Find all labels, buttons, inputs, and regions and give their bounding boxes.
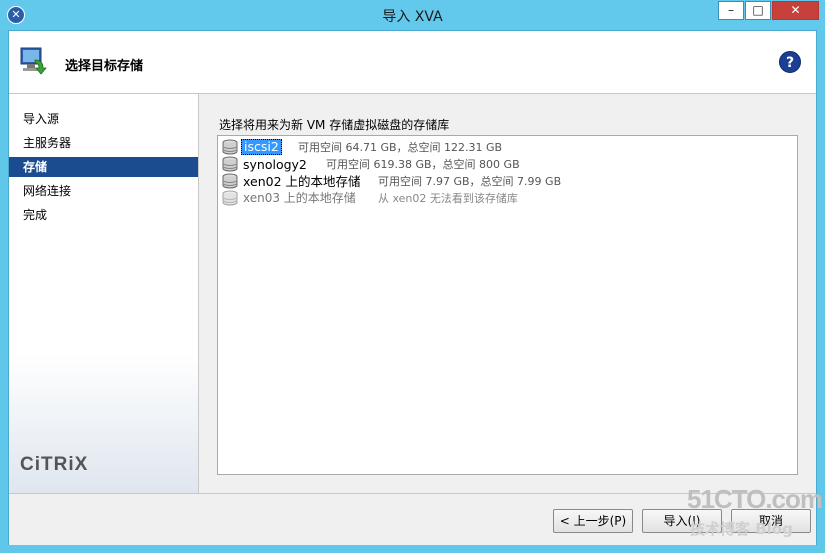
sidebar-item-networking[interactable]: 网络连接 <box>9 181 198 201</box>
sr-detail: 从 xen02 无法看到该存储库 <box>378 192 518 205</box>
wizard-header: 选择目标存储 ? <box>9 31 816 94</box>
watermark-subtitle: 技术博客 Blog <box>690 520 793 538</box>
sr-detail: 可用空间 619.38 GB，总空间 800 GB <box>326 158 520 171</box>
storage-disk-icon <box>222 139 238 155</box>
storage-disk-icon <box>222 173 238 189</box>
help-icon[interactable]: ? <box>779 51 801 73</box>
storage-repository-list[interactable]: iscsi2 可用空间 64.71 GB，总空间 122.31 GB synol… <box>217 135 798 475</box>
sidebar-item-finish[interactable]: 完成 <box>9 205 198 225</box>
watermark-logo: 51CTO.com <box>687 484 823 514</box>
sr-name: xen02 上的本地存储 <box>243 174 361 189</box>
storage-disk-icon <box>222 190 238 206</box>
sr-detail: 可用空间 7.97 GB，总空间 7.99 GB <box>378 175 562 188</box>
sidebar-item-home-server[interactable]: 主服务器 <box>9 133 198 153</box>
wizard-sidebar: 导入源 主服务器 存储 网络连接 完成 CiTRiX <box>9 94 199 493</box>
title-bar[interactable]: ✕ 导入 XVA – □ ✕ <box>0 0 825 30</box>
page-title: 选择目标存储 <box>65 59 144 74</box>
window-title: 导入 XVA <box>382 9 443 25</box>
back-button[interactable]: < 上一步(P) <box>553 509 633 533</box>
storage-disk-icon <box>222 156 238 172</box>
sr-detail: 可用空间 64.71 GB，总空间 122.31 GB <box>298 141 503 154</box>
minimize-button[interactable]: – <box>718 1 744 20</box>
maximize-button[interactable]: □ <box>745 1 771 20</box>
sidebar-item-storage[interactable]: 存储 <box>9 157 198 177</box>
sr-name: xen03 上的本地存储 <box>243 191 356 205</box>
dialog-client-area: 选择目标存储 ? 导入源 主服务器 存储 网络连接 完成 CiTRiX 选择将用… <box>8 30 817 545</box>
sr-name: iscsi2 <box>241 139 282 155</box>
import-vm-icon <box>20 47 47 75</box>
citrix-logo: CiTRiX <box>20 454 89 475</box>
sr-name: synology2 <box>243 157 307 172</box>
sidebar-item-import-source[interactable]: 导入源 <box>9 109 198 129</box>
close-button[interactable]: ✕ <box>772 1 819 20</box>
storage-prompt: 选择将用来为新 VM 存储虚拟磁盘的存储库 <box>219 118 450 132</box>
